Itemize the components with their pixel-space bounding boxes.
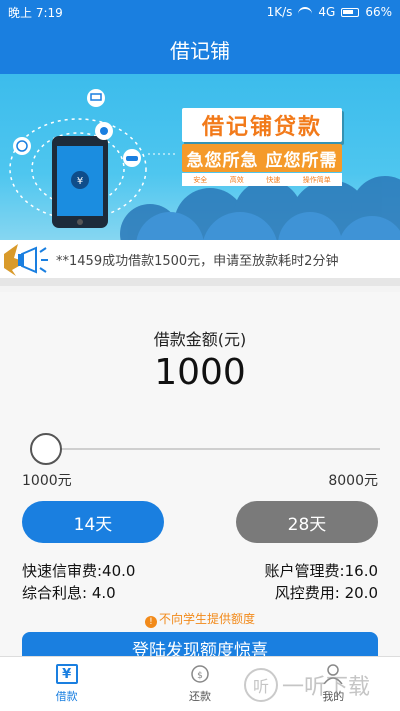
svg-text:¥: ¥ [77,176,83,187]
slider-max-label: 8000元 [328,473,378,489]
amount-slider-thumb[interactable] [30,433,62,465]
gear-badge-icon [95,122,113,140]
fee-account-management: 账户管理费:16.0 [264,562,378,580]
banner-tag: 操作简单 [302,175,331,184]
slider-min-label: 1000元 [22,473,72,489]
amount-value: 1000 [154,352,246,393]
watermark-text: 一听下载 [282,675,371,700]
banner-title: 借记铺贷款 [182,108,342,142]
term-28-button[interactable]: 28天 [236,501,378,543]
banner-slogan: 急您所急 应您所需 [182,144,342,172]
notice-text: **1459成功借款1500元，申请至放款耗时2分钟 [56,253,339,269]
watermark: 听 一听下载 [244,668,394,702]
phone-icon: ¥ [52,136,108,228]
watermark-logo-icon: 听 [244,668,278,702]
banner-tag: 高效 [229,175,244,184]
amount-slider-track[interactable] [46,448,380,450]
warning-icon: ! [144,616,157,628]
network-speed: 1K/s [266,5,293,19]
cart-badge-icon [87,89,105,107]
app-header: 借记铺 [0,24,400,74]
car-badge-icon [123,149,141,167]
notice-bar: **1459成功借款1500元，申请至放款耗时2分钟 [0,240,400,286]
repay-icon: $ [189,664,211,684]
fee-credit-review: 快速信审费:40.0 [22,562,136,580]
status-bar: 晚上 7:19 1K/s 4G 66% [0,0,400,24]
term-14-button[interactable]: 14天 [22,501,164,543]
banner-tag: 快速 [266,175,281,184]
warning-text: 不向学生提供额度 [158,612,255,626]
fee-interest: 综合利息: 4.0 [22,584,116,602]
clock-badge-icon [13,137,31,155]
banner-tag: 安全 [193,175,208,184]
tab-label: 借款 [55,690,78,703]
wifi-icon [298,7,313,17]
page-title: 借记铺 [170,38,230,63]
status-indicators: 1K/s 4G 66% [267,5,392,19]
amount-label: 借款金额(元) [153,330,247,349]
battery-icon [341,7,360,17]
svg-text:$: $ [197,671,203,681]
tab-label: 还款 [188,690,211,703]
tab-loan[interactable]: ¥ 借款 [0,657,133,711]
yen-icon: ¥ [55,664,78,684]
login-cta-button[interactable]: 登陆发现额度惊喜 [22,632,378,656]
loan-form: 借款金额(元) 1000 1000元 8000元 14天 28天 快速信审费:4… [0,292,400,656]
megaphone-icon [0,240,56,278]
fee-risk-control: 风控费用: 20.0 [274,584,378,602]
signal-label: 4G [318,5,336,19]
battery-percent: 66% [365,5,392,19]
banner-tags: 安全 高效 快速 操作简单 [182,173,342,186]
student-warning: ! 不向学生提供额度 [0,610,400,628]
status-time: 晚上 7:19 [8,5,63,20]
promo-banner[interactable]: ¥ 借记铺贷款 急您所急 应您所需 安全 高效 快速 操作简单 [0,74,400,240]
